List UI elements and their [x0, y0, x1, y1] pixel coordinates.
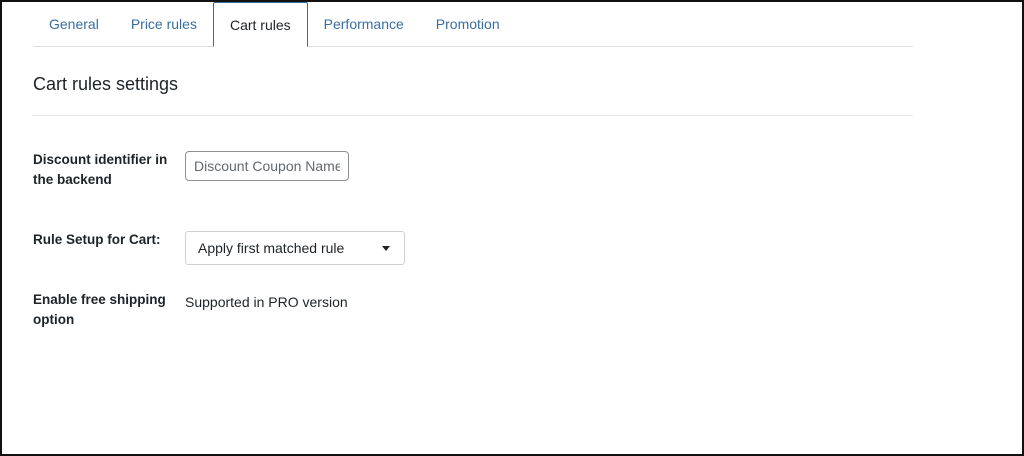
rule-setup-select[interactable]: Apply first matched rule	[185, 231, 405, 265]
tab-bar: General Price rules Cart rules Performan…	[33, 2, 913, 47]
tab-cart-rules[interactable]: Cart rules	[212, 2, 308, 47]
discount-coupon-name-input[interactable]	[185, 151, 349, 181]
chevron-down-icon	[382, 245, 390, 251]
discount-identifier-label: Discount identifier in the backend	[33, 152, 168, 187]
section-divider	[33, 115, 913, 116]
tab-general[interactable]: General	[33, 2, 115, 46]
tab-performance[interactable]: Performance	[308, 2, 420, 46]
pro-version-notice: Supported in PRO version	[185, 294, 348, 310]
free-shipping-label: Enable free shipping option	[33, 292, 166, 327]
rule-setup-label: Rule Setup for Cart:	[33, 232, 161, 247]
tab-promotion[interactable]: Promotion	[420, 2, 516, 46]
settings-panel: General Price rules Cart rules Performan…	[0, 0, 1024, 456]
rule-setup-selected-value: Apply first matched rule	[198, 240, 345, 256]
section-title: Cart rules settings	[33, 74, 179, 94]
tab-price-rules[interactable]: Price rules	[115, 2, 213, 46]
